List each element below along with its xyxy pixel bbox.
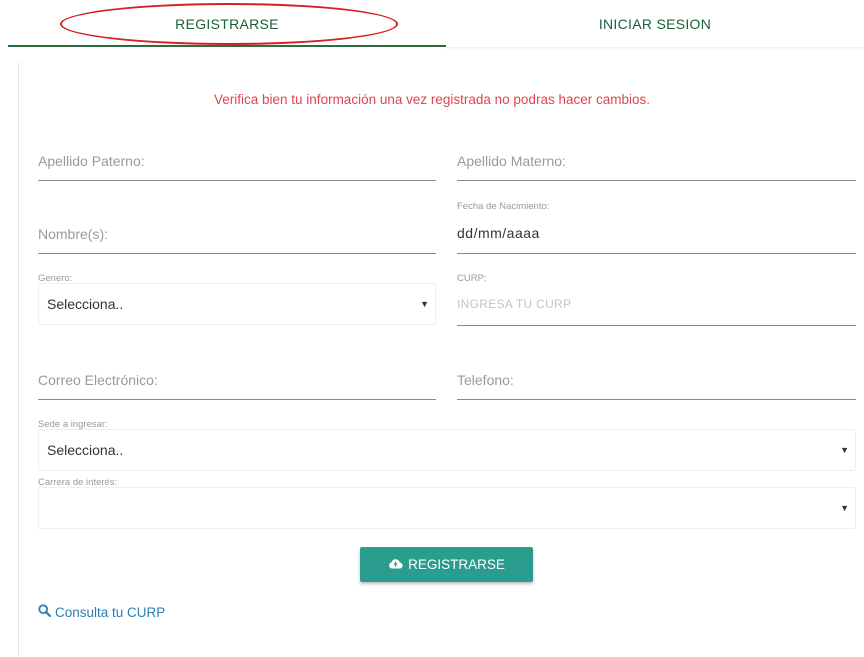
apellido-materno-placeholder: Apellido Materno: (457, 153, 566, 169)
nombre-field[interactable]: Nombre(s): (38, 210, 436, 254)
curp-field[interactable]: CURP: INGRESA TU CURP (457, 273, 856, 326)
caret-down-icon: ▼ (840, 445, 849, 455)
telefono-field[interactable]: Telefono: (457, 356, 856, 400)
curp-label: CURP: (457, 273, 487, 284)
consulta-curp-link[interactable]: Consulta tu CURP (38, 604, 165, 620)
tab-register[interactable]: REGISTRARSE (8, 0, 446, 48)
apellido-paterno-placeholder: Apellido Paterno: (38, 153, 145, 169)
cloud-upload-icon (388, 557, 403, 572)
fecha-nacimiento-label: Fecha de Nacimiento: (457, 201, 550, 212)
genero-select-group: Genero: Selecciona.. ▼ (38, 273, 436, 325)
carrera-select[interactable]: ▼ (38, 487, 856, 529)
correo-field[interactable]: Correo Electrónico: (38, 356, 436, 400)
warning-message: Verifica bien tu información una vez reg… (214, 92, 650, 107)
active-tab-indicator (8, 45, 446, 47)
telefono-placeholder: Telefono: (457, 372, 514, 388)
sede-selected: Selecciona.. (47, 442, 124, 458)
auth-tabs: REGISTRARSE INICIAR SESION (0, 0, 864, 51)
tab-divider-shadow (446, 47, 864, 51)
fecha-nacimiento-value: dd/mm/aaaa (457, 225, 540, 241)
genero-selected: Selecciona.. (47, 296, 124, 312)
tab-login[interactable]: INICIAR SESION (446, 0, 864, 48)
consulta-curp-label: Consulta tu CURP (55, 604, 166, 620)
carrera-select-group: Carrera de interés: ▼ (38, 477, 856, 529)
caret-down-icon: ▼ (420, 299, 429, 309)
search-icon (38, 604, 55, 620)
genero-select[interactable]: Selecciona.. ▼ (38, 283, 436, 325)
register-submit-button[interactable]: REGISTRARSE (360, 547, 533, 582)
nombre-placeholder: Nombre(s): (38, 226, 109, 242)
apellido-paterno-field[interactable]: Apellido Paterno: (38, 136, 436, 181)
apellido-materno-field[interactable]: Apellido Materno: (457, 136, 856, 181)
sede-select[interactable]: Selecciona.. ▼ (38, 429, 856, 471)
caret-down-icon: ▼ (840, 503, 849, 513)
register-submit-label: REGISTRARSE (408, 557, 505, 572)
sede-select-group: Sede a ingresar: Selecciona.. ▼ (38, 419, 856, 471)
tab-register-label: REGISTRARSE (175, 16, 279, 32)
correo-placeholder: Correo Electrónico: (38, 372, 158, 388)
curp-placeholder: INGRESA TU CURP (457, 297, 572, 311)
tab-login-label: INICIAR SESION (598, 16, 712, 32)
fecha-nacimiento-field[interactable]: Fecha de Nacimiento: dd/mm/aaaa (457, 201, 856, 254)
